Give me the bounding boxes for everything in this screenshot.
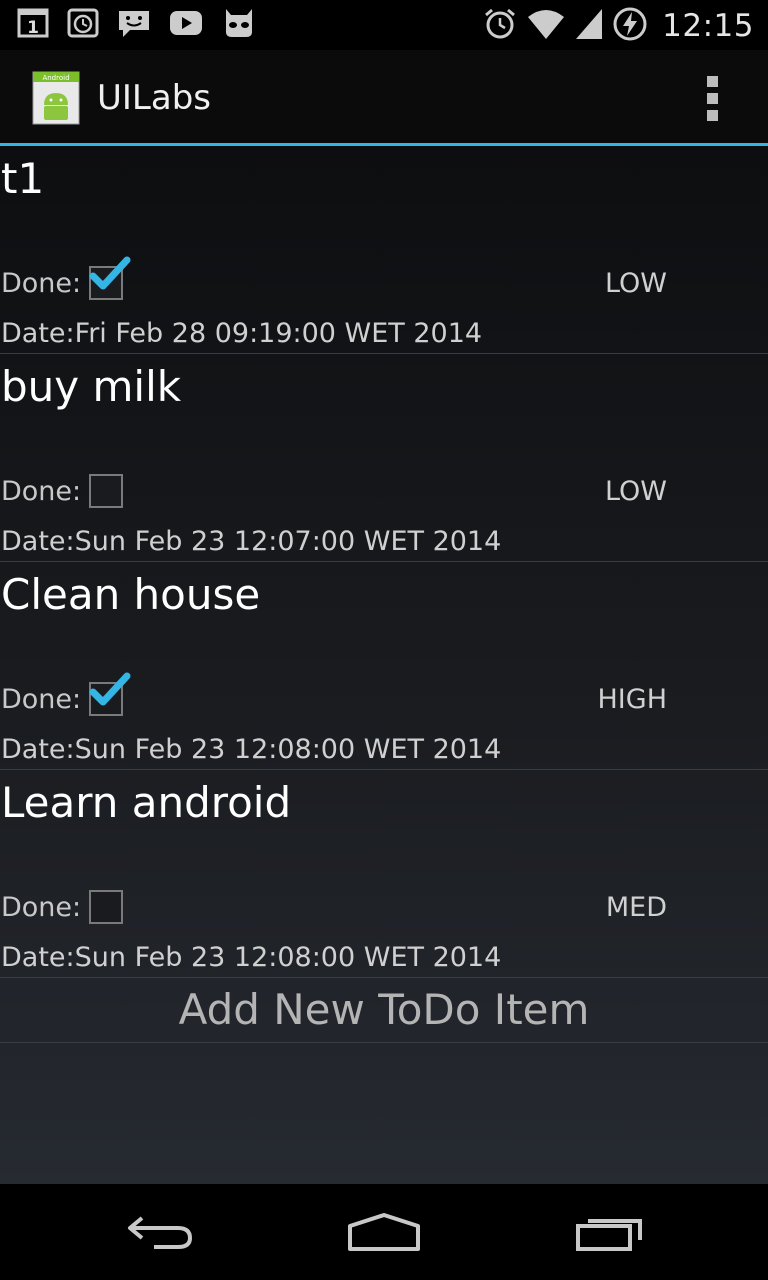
done-checkbox[interactable] — [89, 890, 123, 924]
cyanogen-icon — [220, 6, 258, 44]
list-item[interactable]: Clean house Done: HIGH Date:Sun Feb 23 1… — [0, 562, 768, 770]
date-label: Date:Fri Feb 28 09:19:00 WET 2014 — [1, 318, 483, 349]
alarm-icon — [66, 6, 100, 44]
checkmark-icon — [89, 672, 131, 706]
checkmark-icon — [89, 256, 131, 290]
back-icon[interactable] — [124, 1212, 196, 1256]
done-checkbox[interactable] — [89, 672, 131, 716]
action-bar: Android UILabs — [0, 50, 768, 143]
list-item[interactable]: t1 Done: LOW Date:Fri Feb 28 09:19:00 WE… — [0, 146, 768, 354]
done-label: Done: — [1, 684, 82, 715]
youtube-icon — [168, 6, 204, 44]
recents-icon[interactable] — [574, 1212, 646, 1256]
priority-label: LOW — [604, 476, 667, 507]
date-label: Date:Sun Feb 23 12:08:00 WET 2014 — [1, 734, 502, 765]
overflow-menu-icon[interactable] — [702, 76, 722, 122]
signal-icon — [574, 7, 604, 45]
done-checkbox[interactable] — [89, 256, 131, 300]
chat-icon — [116, 6, 152, 44]
list-footer: Add New ToDo Item — [0, 976, 768, 1043]
app-title: UILabs — [97, 78, 211, 118]
done-label: Done: — [1, 476, 82, 507]
app-logo-icon[interactable]: Android — [32, 71, 80, 125]
done-checkbox[interactable] — [89, 474, 123, 508]
calendar-icon: 1 — [16, 6, 50, 44]
calendar-day-text: 1 — [27, 18, 39, 38]
priority-label: HIGH — [597, 684, 668, 715]
home-icon[interactable] — [346, 1212, 422, 1256]
done-label: Done: — [1, 268, 82, 299]
list-item[interactable]: Learn android Done: MED Date:Sun Feb 23 … — [0, 770, 768, 978]
status-bar: 1 12:15 — [0, 0, 768, 50]
item-title: buy milk — [1, 362, 182, 411]
logo-text: Android — [42, 74, 69, 82]
priority-label: MED — [605, 892, 667, 923]
notification-icons: 1 — [16, 6, 258, 44]
todo-list: t1 Done: LOW Date:Fri Feb 28 09:19:00 WE… — [0, 146, 768, 1184]
date-label: Date:Sun Feb 23 12:07:00 WET 2014 — [1, 526, 502, 557]
clock-time: 12:15 — [662, 8, 754, 44]
battery-charging-icon — [612, 6, 648, 46]
date-label: Date:Sun Feb 23 12:08:00 WET 2014 — [1, 942, 502, 973]
item-title: Learn android — [1, 778, 292, 827]
alarm-clock-icon — [482, 6, 518, 46]
navigation-bar — [0, 1184, 768, 1280]
item-title: t1 — [1, 154, 45, 203]
priority-label: LOW — [604, 268, 667, 299]
add-todo-button[interactable]: Add New ToDo Item — [0, 976, 768, 1042]
item-title: Clean house — [1, 570, 261, 619]
wifi-icon — [526, 7, 566, 45]
system-icons: 12:15 — [482, 6, 754, 46]
done-label: Done: — [1, 892, 82, 923]
list-item[interactable]: buy milk Done: LOW Date:Sun Feb 23 12:07… — [0, 354, 768, 562]
